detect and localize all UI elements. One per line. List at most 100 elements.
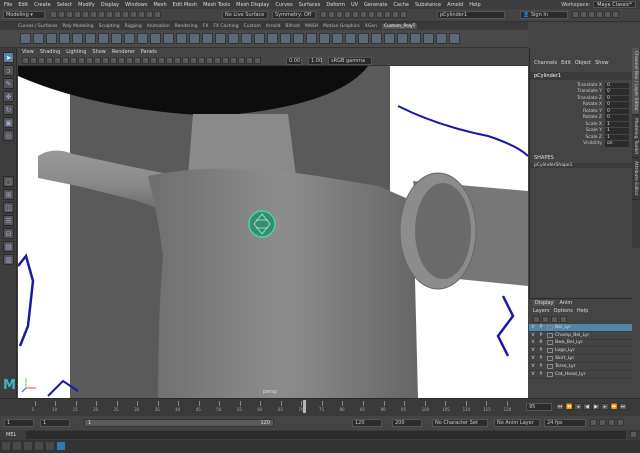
shelf-tool-icon[interactable]	[85, 33, 96, 44]
attribute-editor-icon[interactable]	[588, 11, 595, 18]
select-component-icon[interactable]	[106, 11, 113, 18]
shelf-tab-animation[interactable]: Animation	[147, 24, 170, 29]
window-icon[interactable]	[2, 442, 10, 450]
layer-name[interactable]: Cat_Head_Lyr	[555, 372, 586, 377]
shelf-tab-custom[interactable]: Custom	[244, 24, 261, 29]
snap-point-icon[interactable]	[130, 11, 137, 18]
hypershade-layout-icon[interactable]: ▤	[3, 241, 14, 252]
menu-uv[interactable]: UV	[351, 2, 358, 8]
character-set-dropdown[interactable]: No Character Set	[432, 419, 488, 427]
channel-menu-edit[interactable]: Edit	[561, 60, 571, 66]
open-scene-icon[interactable]	[58, 11, 65, 18]
folder-icon[interactable]	[35, 442, 43, 450]
select-object-icon[interactable]	[98, 11, 105, 18]
shelf-tab-rendering[interactable]: Rendering	[175, 24, 198, 29]
shelf-tool-icon[interactable]	[410, 33, 421, 44]
anim-layer-dropdown[interactable]: No Anim Layer	[494, 419, 540, 427]
command-input[interactable]	[26, 431, 626, 439]
tool-settings-toggle-icon[interactable]	[596, 11, 603, 18]
channel-label[interactable]: Visibility	[530, 141, 605, 146]
transform-icon[interactable]	[376, 11, 383, 18]
layer-name[interactable]: Bwa_Bel_Lyr	[555, 340, 583, 345]
layer-playback-toggle[interactable]: P	[537, 348, 545, 353]
sign-in-button[interactable]: 👤 Sign In	[520, 11, 568, 19]
layer-color-swatch[interactable]	[547, 332, 553, 338]
camera-icon[interactable]	[368, 11, 375, 18]
play-backward-icon[interactable]: ◀	[583, 403, 591, 410]
panel-tool-icon[interactable]	[62, 57, 69, 64]
layer-visibility-toggle[interactable]: V	[529, 372, 537, 377]
layer-visibility-toggle[interactable]: V	[529, 325, 537, 330]
shelf-tool-icon[interactable]	[241, 33, 252, 44]
panel-tool-icon[interactable]	[150, 57, 157, 64]
layer-row[interactable]: V P Logo_Lyr	[529, 347, 632, 356]
channel-value-field[interactable]: 0	[605, 82, 629, 88]
menu-cache[interactable]: Cache	[393, 2, 409, 8]
layer-visibility-toggle[interactable]: V	[529, 340, 537, 345]
shelf-tool-icon[interactable]	[46, 33, 57, 44]
persp-outliner-icon[interactable]: ▥	[3, 254, 14, 265]
layer-color-swatch[interactable]	[547, 371, 553, 377]
channel-label[interactable]: Scale Y	[530, 128, 605, 133]
fps-dropdown[interactable]: 24 fps	[544, 419, 586, 427]
sound-icon[interactable]	[608, 419, 615, 426]
object-name-field[interactable]: pCylinder1	[437, 11, 505, 19]
shelf-tab-curves-surfaces[interactable]: Curves / Surfaces	[18, 24, 58, 29]
panel-tool-icon[interactable]	[38, 57, 45, 64]
shelf-tab-sculpting[interactable]: Sculpting	[99, 24, 120, 29]
menu-windows[interactable]: Windows	[125, 2, 147, 8]
layer-visibility-toggle[interactable]: V	[529, 356, 537, 361]
panel-tool-icon[interactable]	[254, 57, 261, 64]
channel-label[interactable]: Translate Z	[530, 96, 605, 101]
go-to-end-icon[interactable]: ⏭	[619, 403, 627, 410]
panel-tool-icon[interactable]	[246, 57, 253, 64]
current-time-marker[interactable]	[303, 400, 306, 413]
panel-tool-icon[interactable]	[198, 57, 205, 64]
render-settings-icon[interactable]	[336, 11, 343, 18]
layer-visibility-toggle[interactable]: V	[529, 364, 537, 369]
panel-tool-icon[interactable]	[190, 57, 197, 64]
arnold-render-icon[interactable]	[352, 11, 359, 18]
lasso-icon[interactable]: ↄ	[3, 65, 14, 76]
panel-tool-icon[interactable]	[142, 57, 149, 64]
play-forward-icon[interactable]: ▶	[592, 403, 600, 410]
shelf-tool-icon[interactable]	[319, 33, 330, 44]
task-view-icon[interactable]	[24, 442, 32, 450]
step-forward-frame-icon[interactable]: ▸	[601, 403, 609, 410]
channel-value-field[interactable]: 0	[605, 95, 629, 101]
four-view-icon[interactable]: ⊞	[3, 189, 14, 200]
shelf-tool-icon[interactable]	[293, 33, 304, 44]
side-tab-channel-box-layer-editor[interactable]: Channel Box / Layer Editor	[632, 48, 639, 115]
animation-prefs-icon[interactable]	[617, 419, 624, 426]
channel-menu-show[interactable]: Show	[595, 60, 609, 66]
animation-start-field[interactable]: 1	[4, 419, 34, 427]
range-slider-bar[interactable]: 1 120	[84, 419, 274, 427]
channel-value-field[interactable]: 1	[605, 121, 629, 127]
time-slider[interactable]: 5 10 15 20 25 30 35 40 45 50 55 60 65 70 75 80 85 90 95 100…	[0, 398, 640, 416]
exposure-field[interactable]: 0.00	[286, 57, 302, 65]
panel-tool-icon[interactable]	[158, 57, 165, 64]
shelf-tool-icon[interactable]	[332, 33, 343, 44]
shelf-tool-icon[interactable]	[176, 33, 187, 44]
panel-menu-panels[interactable]: Panels	[141, 49, 157, 55]
panel-menu-view[interactable]: View	[22, 49, 34, 55]
gamma-field[interactable]: 1.00	[308, 57, 322, 65]
panel-tool-icon[interactable]	[54, 57, 61, 64]
shelf-tool-icon[interactable]	[111, 33, 122, 44]
shelf-tab-poly-modeling[interactable]: Poly Modeling	[63, 24, 94, 29]
menu-display[interactable]: Display	[101, 2, 119, 8]
menu-select[interactable]: Select	[57, 2, 72, 8]
go-to-start-icon[interactable]: ⏮	[556, 403, 564, 410]
shelf-tool-icon[interactable]	[98, 33, 109, 44]
move-layer-up-icon[interactable]	[533, 316, 540, 323]
menu-curves[interactable]: Curves	[275, 2, 292, 8]
save-scene-icon[interactable]	[66, 11, 73, 18]
channel-value-field[interactable]: 0	[605, 89, 629, 95]
new-empty-layer-icon[interactable]	[551, 316, 558, 323]
scale-icon[interactable]: ▣	[3, 117, 14, 128]
modeling-toolkit-icon[interactable]	[572, 11, 579, 18]
viewport-persp[interactable]: persp	[18, 66, 528, 398]
panel-tool-icon[interactable]	[214, 57, 221, 64]
layer-playback-toggle[interactable]: P	[537, 372, 545, 377]
rotate-icon[interactable]: ↻	[3, 104, 14, 115]
